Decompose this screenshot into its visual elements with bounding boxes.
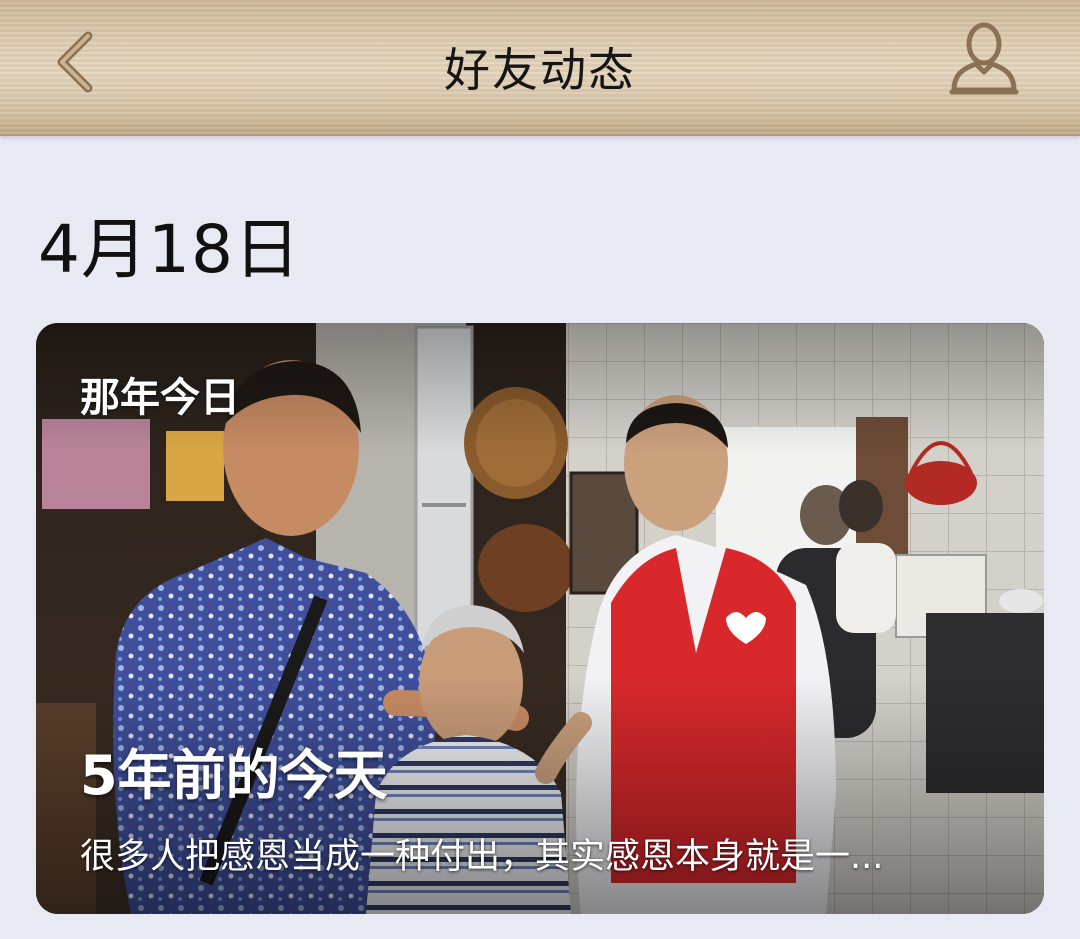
person-outline-icon bbox=[949, 22, 1019, 95]
page-title: 好友动态 bbox=[444, 43, 636, 97]
memory-card-title: 5年前的今天 bbox=[80, 744, 388, 807]
memory-card[interactable]: 那年今日 5年前的今天 很多人把感恩当成一种付出，其实感恩本身就是一... bbox=[36, 323, 1044, 914]
memory-card-description: 很多人把感恩当成一种付出，其实感恩本身就是一... bbox=[80, 837, 884, 877]
profile-button[interactable] bbox=[946, 18, 1022, 98]
top-bar: 好友动态 bbox=[0, 0, 1080, 136]
date-heading: 4月18日 bbox=[38, 211, 301, 288]
memory-card-label: 那年今日 bbox=[80, 375, 240, 421]
